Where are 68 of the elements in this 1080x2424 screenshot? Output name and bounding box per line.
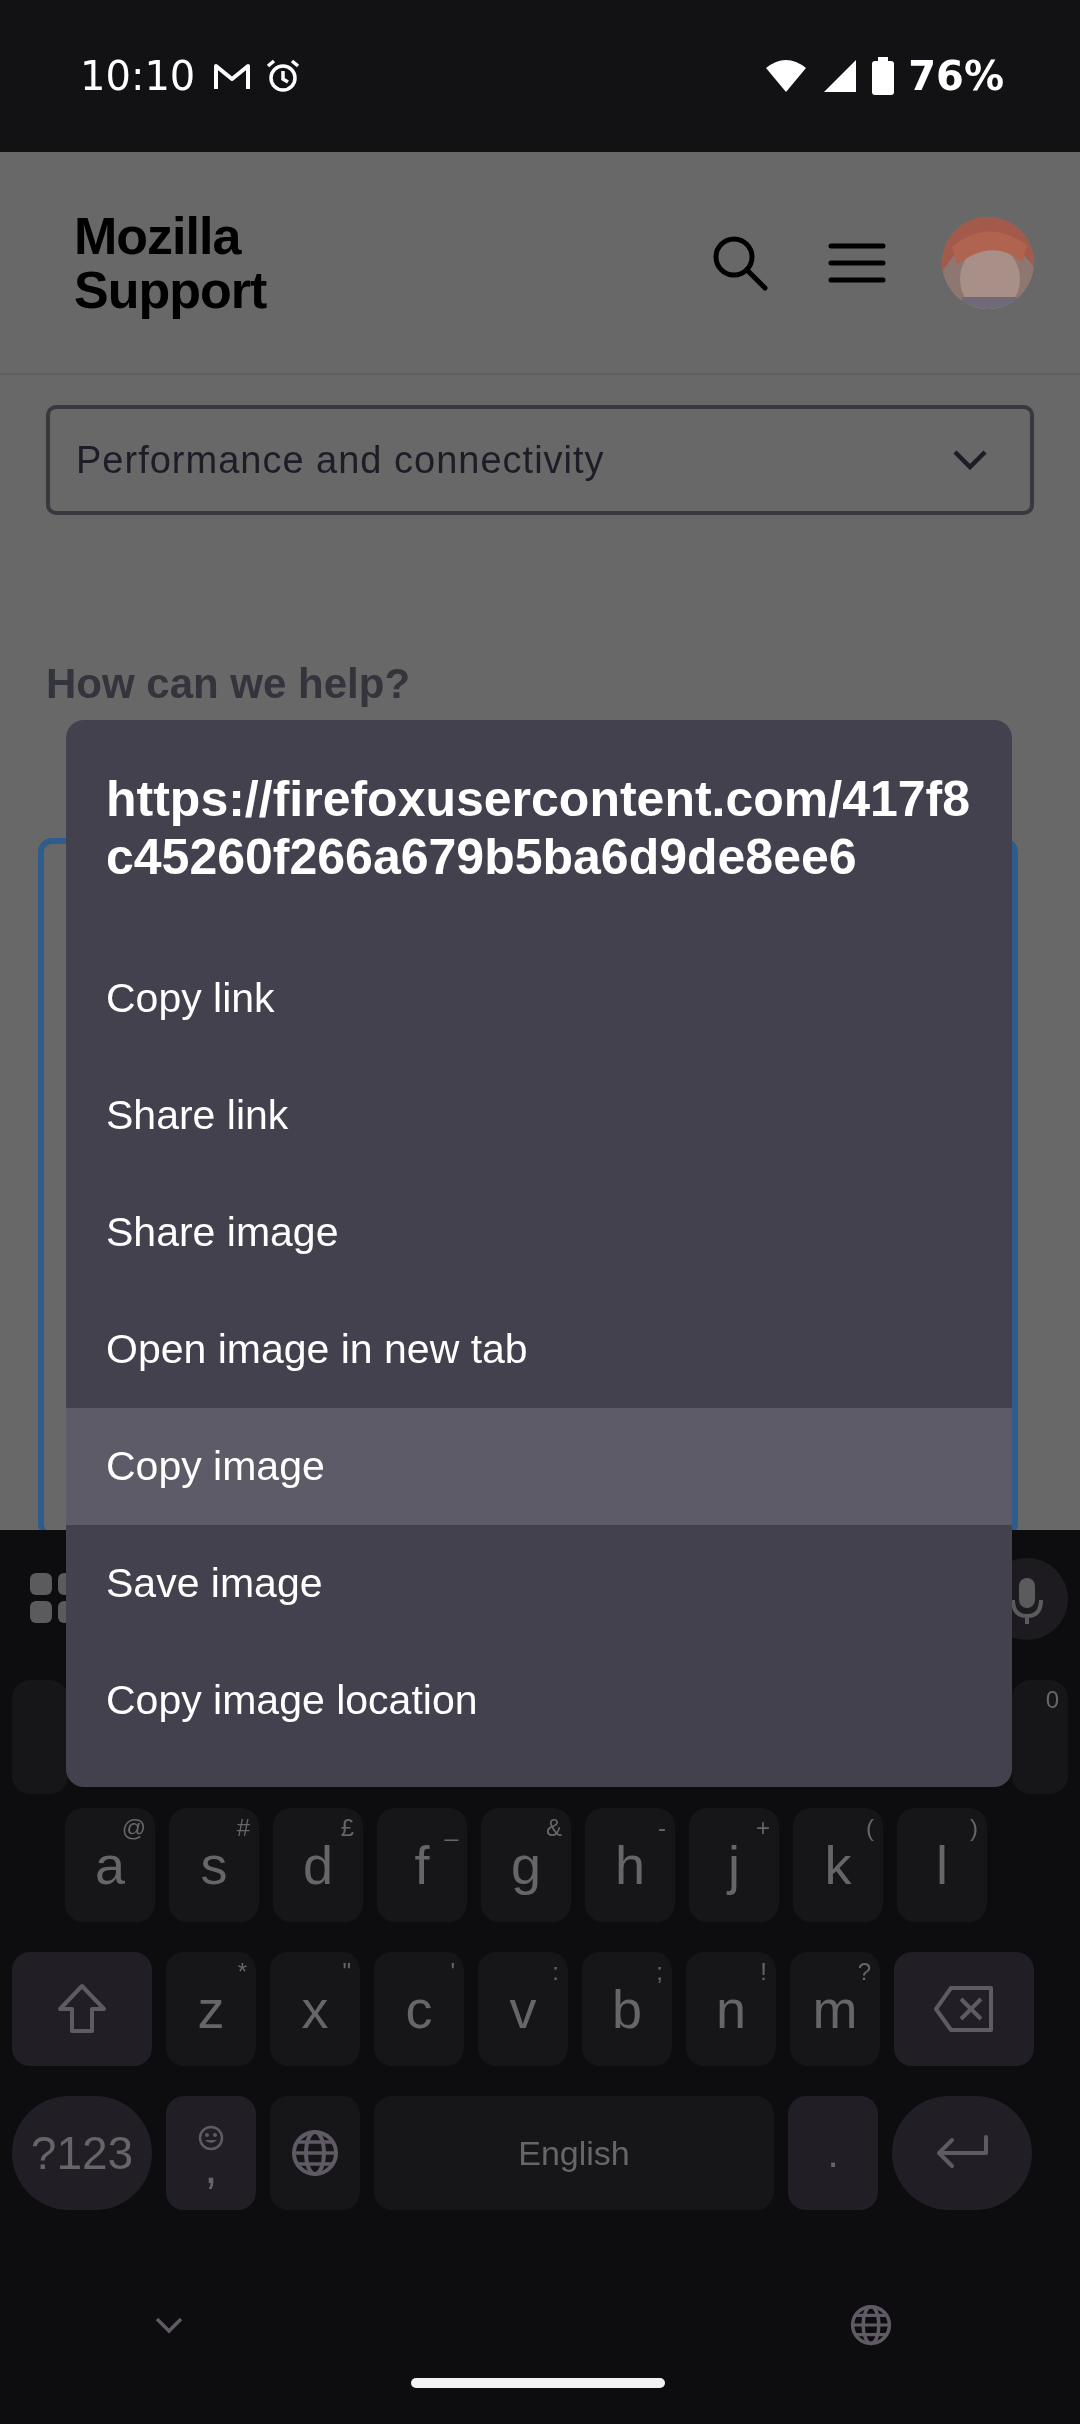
key-hint: + xyxy=(756,1814,770,1842)
key[interactable]: l ) xyxy=(897,1808,987,1922)
globe-icon xyxy=(291,2129,339,2177)
backspace-icon xyxy=(933,1985,995,2033)
key[interactable]: h - xyxy=(585,1808,675,1922)
key[interactable]: s # xyxy=(169,1808,259,1922)
key[interactable] xyxy=(12,1680,68,1794)
key-hint: ( xyxy=(866,1814,874,1842)
language-key[interactable] xyxy=(270,2096,360,2210)
key-hint: * xyxy=(237,1958,247,1986)
key[interactable]: a @ xyxy=(65,1808,155,1922)
key[interactable]: f _ xyxy=(377,1808,467,1922)
key[interactable]: d £ xyxy=(273,1808,363,1922)
menu-item[interactable]: Share link xyxy=(66,1057,1012,1174)
key-hint: " xyxy=(342,1958,351,1986)
emoji-icon xyxy=(197,2124,225,2152)
menu-item[interactable]: Open image in new tab xyxy=(66,1291,1012,1408)
key-hint: _ xyxy=(444,1814,458,1842)
key-hint: ) xyxy=(970,1814,978,1842)
topic-select[interactable]: Performance and connectivity xyxy=(46,405,1034,515)
battery-icon xyxy=(872,57,895,95)
enter-icon xyxy=(934,2135,990,2171)
logo[interactable]: Mozilla Support xyxy=(74,208,267,317)
chevron-down-icon xyxy=(952,449,988,471)
key-hint: ' xyxy=(450,1958,455,1986)
battery-level: 76% xyxy=(908,53,1004,99)
key[interactable]: j + xyxy=(689,1808,779,1922)
shift-icon xyxy=(56,1983,108,2035)
link-url: https://firefoxusercontent.com/417f8c45260f266a679b5ba6d9de8ee6 xyxy=(105,770,972,886)
symbols-key[interactable]: ?123 xyxy=(12,2096,152,2210)
key[interactable]: x " xyxy=(270,1952,360,2066)
key[interactable]: v : xyxy=(478,1952,568,2066)
alarm-icon xyxy=(265,58,302,94)
clock: 10:10 xyxy=(80,53,196,99)
key-hint: - xyxy=(658,1814,666,1842)
menu-item[interactable]: Copy image location xyxy=(66,1642,1012,1759)
key-hint: £ xyxy=(340,1814,354,1842)
signal-icon xyxy=(822,58,859,94)
menu-item[interactable]: Copy link xyxy=(66,940,1012,1057)
menu-item[interactable]: Share image xyxy=(66,1174,1012,1291)
key-hint: & xyxy=(546,1814,562,1842)
backspace-key[interactable] xyxy=(894,1952,1034,2066)
shift-key[interactable] xyxy=(12,1952,152,2066)
key-hint: ? xyxy=(857,1958,871,1986)
key-hint: @ xyxy=(121,1814,146,1842)
period-key[interactable]: . xyxy=(788,2096,878,2210)
key[interactable]: b ; xyxy=(582,1952,672,2066)
comma-key[interactable]: , xyxy=(166,2096,256,2210)
key[interactable]: 0 xyxy=(1012,1680,1068,1794)
key[interactable]: c ' xyxy=(374,1952,464,2066)
key[interactable]: n ! xyxy=(686,1952,776,2066)
key[interactable]: g & xyxy=(481,1808,571,1922)
key[interactable]: k ( xyxy=(793,1808,883,1922)
globe-icon[interactable] xyxy=(850,2304,892,2346)
menu-item[interactable]: Copy image xyxy=(66,1408,1012,1525)
key[interactable]: m ? xyxy=(790,1952,880,2066)
mail-icon xyxy=(213,61,252,91)
menu-icon[interactable] xyxy=(828,241,886,284)
chevron-down-icon[interactable] xyxy=(154,2316,184,2334)
key[interactable]: z * xyxy=(166,1952,256,2066)
key-hint: # xyxy=(236,1814,250,1842)
key-hint: : xyxy=(552,1958,559,1986)
key-hint: 0 xyxy=(1045,1686,1059,1714)
wifi-icon xyxy=(764,58,809,94)
key-hint: ; xyxy=(656,1958,663,1986)
key-hint: ! xyxy=(760,1958,767,1986)
menu-item[interactable]: Save image xyxy=(66,1525,1012,1642)
space-key[interactable]: English xyxy=(374,2096,774,2210)
